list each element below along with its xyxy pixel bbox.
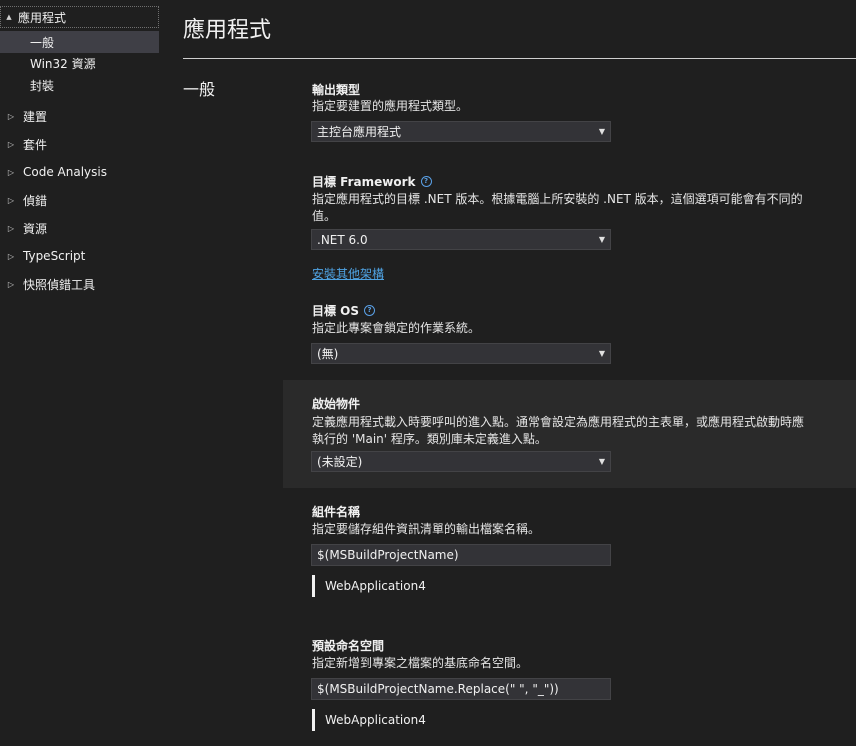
- sidebar-item-label: Win32 資源: [30, 56, 96, 71]
- section-label: 一般: [183, 80, 216, 99]
- output-type-value: 主控台應用程式: [317, 125, 402, 139]
- sidebar-item-debug[interactable]: ▷ 偵錯: [0, 189, 159, 211]
- sidebar-item-label: 應用程式: [18, 10, 67, 25]
- sidebar-item-label: 一般: [30, 35, 55, 50]
- collapsed-arrow-icon[interactable]: ▷: [6, 112, 16, 121]
- sidebar-item-label: 快照偵錯工具: [23, 277, 96, 292]
- startup-object-dropdown[interactable]: (未設定) ▼: [311, 451, 611, 472]
- sidebar-item-label: TypeScript: [23, 249, 86, 263]
- output-type-dropdown[interactable]: 主控台應用程式 ▼: [311, 121, 611, 142]
- startup-object-value: (未設定): [317, 455, 363, 469]
- collapsed-arrow-icon[interactable]: ▷: [6, 196, 16, 205]
- assembly-name-evaluated: WebApplication4: [312, 575, 426, 597]
- startup-object-desc: 定義應用程式載入時要呼叫的進入點。通常會設定為應用程式的主表單，或應用程式啟動時…: [312, 415, 805, 446]
- target-os-title-text: 目標 OS: [312, 304, 360, 318]
- chevron-down-icon: ▼: [598, 349, 605, 358]
- chevron-down-icon: ▼: [598, 457, 605, 466]
- output-type-desc: 指定要建置的應用程式類型。: [312, 99, 469, 113]
- sidebar-item-label: 建置: [23, 109, 48, 124]
- output-type-title-text: 輸出類型: [312, 83, 361, 97]
- default-namespace-desc: 指定新增到專案之檔案的基底命名空間。: [312, 656, 529, 670]
- default-namespace-input[interactable]: $(MSBuildProjectName.Replace(" ", "_")): [311, 678, 611, 700]
- help-icon[interactable]: ?: [364, 305, 376, 316]
- target-os-desc: 指定此專案會鎖定的作業系統。: [312, 321, 481, 335]
- sidebar-item-label: 偵錯: [23, 193, 48, 208]
- page-title: 應用程式: [183, 18, 272, 43]
- sidebar-item-package[interactable]: 封裝: [0, 74, 159, 96]
- default-namespace-evaluated: WebApplication4: [312, 709, 426, 731]
- target-framework-title: 目標 Framework ?: [312, 173, 432, 190]
- install-other-frameworks-link[interactable]: 安裝其他架構: [312, 265, 384, 282]
- sidebar-item-snapshot-debugger[interactable]: ▷ 快照偵錯工具: [0, 273, 159, 295]
- sidebar-item-build[interactable]: ▷ 建置: [0, 105, 159, 127]
- default-namespace-title: 預設命名空間: [312, 637, 384, 654]
- sidebar-item-application[interactable]: ▲ 應用程式: [0, 6, 159, 28]
- collapsed-arrow-icon[interactable]: ▷: [6, 168, 16, 177]
- assembly-name-title-text: 組件名稱: [312, 505, 361, 519]
- sidebar-item-general[interactable]: 一般: [0, 31, 159, 53]
- sidebar-item-packages[interactable]: ▷ 套件: [0, 133, 159, 155]
- sidebar-item-label: 套件: [23, 137, 48, 152]
- sidebar: ▲ 應用程式 一般 Win32 資源 封裝 ▷ 建置 ▷ 套件 ▷ Code A…: [0, 0, 159, 746]
- sidebar-item-label: 封裝: [30, 78, 55, 93]
- assembly-name-desc: 指定要儲存組件資訊清單的輸出檔案名稱。: [312, 522, 541, 536]
- target-os-dropdown[interactable]: (無) ▼: [311, 343, 611, 364]
- collapsed-arrow-icon[interactable]: ▷: [6, 140, 16, 149]
- collapsed-arrow-icon[interactable]: ▷: [6, 252, 16, 261]
- collapsed-arrow-icon[interactable]: ▷: [6, 280, 16, 289]
- sidebar-item-label: 資源: [23, 221, 48, 236]
- startup-object-title: 啟始物件: [312, 395, 360, 412]
- default-namespace-title-text: 預設命名空間: [312, 639, 385, 653]
- target-framework-value: .NET 6.0: [317, 232, 368, 247]
- target-framework-dropdown[interactable]: .NET 6.0 ▼: [311, 229, 611, 250]
- chevron-down-icon: ▼: [598, 127, 605, 136]
- output-type-title: 輸出類型: [312, 81, 360, 98]
- target-os-value: (無): [317, 347, 339, 361]
- chevron-down-icon: ▼: [598, 235, 605, 244]
- startup-object-title-text: 啟始物件: [312, 397, 361, 411]
- sidebar-item-label: Code Analysis: [23, 165, 107, 179]
- sidebar-item-code-analysis[interactable]: ▷ Code Analysis: [0, 161, 159, 183]
- sidebar-item-typescript[interactable]: ▷ TypeScript: [0, 245, 159, 267]
- assembly-name-title: 組件名稱: [312, 503, 360, 520]
- collapsed-arrow-icon[interactable]: ▷: [6, 224, 16, 233]
- sidebar-item-resources[interactable]: ▷ 資源: [0, 217, 159, 239]
- target-framework-desc: 指定應用程式的目標 .NET 版本。根據電腦上所安裝的 .NET 版本，這個選項…: [312, 192, 803, 223]
- title-divider: [183, 58, 856, 59]
- target-framework-title-text: 目標 Framework: [312, 175, 416, 189]
- sidebar-item-win32-resources[interactable]: Win32 資源: [0, 52, 159, 74]
- target-os-title: 目標 OS ?: [312, 302, 376, 319]
- help-icon[interactable]: ?: [420, 176, 432, 187]
- expanded-arrow-icon[interactable]: ▲: [4, 13, 14, 21]
- assembly-name-input[interactable]: $(MSBuildProjectName): [311, 544, 611, 566]
- main-panel: 應用程式 一般 輸出類型 指定要建置的應用程式類型。 主控台應用程式 ▼ 目標 …: [159, 0, 856, 746]
